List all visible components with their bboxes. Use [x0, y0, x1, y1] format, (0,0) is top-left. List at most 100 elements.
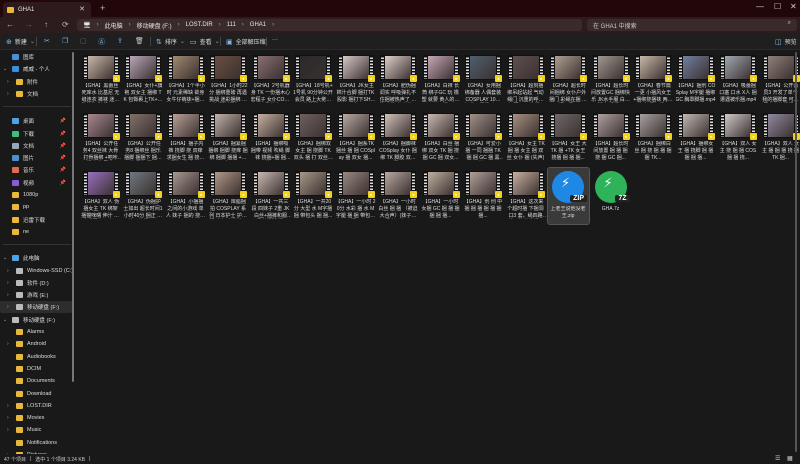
- cut-button[interactable]: ✂: [44, 37, 50, 45]
- maximize-button[interactable]: ☐: [774, 2, 781, 11]
- chevron-icon[interactable]: ›: [7, 341, 9, 347]
- video-file[interactable]: ● 【GHA】超长时间放置 捆 捆 捆 挠 捆 GC 捆...: [590, 110, 631, 166]
- video-file[interactable]: ● 【GHA】捆绑女王 捆 挠脚 捆 捆 捆 捆 捆...: [675, 110, 716, 166]
- chevron-icon[interactable]: ›: [7, 268, 9, 274]
- breadcrumb-item[interactable]: 111: [227, 22, 236, 28]
- video-file[interactable]: ● 【GHA】刑 刑 中 捆 捆 捆 捆 捆 捆 捆...: [463, 168, 504, 224]
- sort-button[interactable]: ⇅ 排序 ⌄: [156, 37, 185, 47]
- sidebar-item-folder[interactable]: Documents: [0, 375, 72, 387]
- sidebar-scrollbar[interactable]: [72, 52, 74, 382]
- video-file[interactable]: ● 【GHA】白丝 捆绑 双女 TK 捆 挠 捆 GC 捆 双女...: [420, 110, 461, 166]
- close-tab-icon[interactable]: ✕: [79, 5, 85, 13]
- breadcrumb-item[interactable]: LOST.DIR: [186, 22, 213, 28]
- chevron-icon[interactable]: ⌄: [3, 317, 7, 323]
- tab-gha1[interactable]: GHA1 ✕: [3, 2, 91, 17]
- sidebar-item-folder[interactable]: Notifications: [0, 437, 72, 449]
- video-file[interactable]: ●【GHA】双人 伪 捆女主 TK 绑架 捆猫咪曙 伸汁 JK 水手服女王 红.…: [80, 168, 121, 224]
- sidebar-item-drive[interactable]: › 移动硬盘 (F:): [0, 301, 72, 314]
- sidebar-item-quick-access[interactable]: 1080p: [0, 189, 72, 201]
- chevron-icon[interactable]: ⌄: [3, 66, 7, 72]
- details-view-icon[interactable]: ☰: [775, 455, 780, 462]
- video-file[interactable]: ● 【GHA】捆系TK 捆丝 捆 捆 COSplay 捆 双女 捆...: [335, 110, 376, 166]
- video-file[interactable]: ●【GHA】捆子内裤 挠脚 挠 双痒 求捆女生 捆 挠痒捆绑+挠疼+...: [165, 110, 206, 166]
- sidebar-item-quick-access[interactable]: 视频 📌: [0, 177, 72, 189]
- video-file[interactable]: ●【GHA】库脂捆 拍 COSPLAY 系列 日本护士 护士服 白色 白丝护..…: [208, 168, 249, 224]
- archive-file[interactable]: ⚡ ZIP 上老王说他没老王.zip: [546, 167, 590, 225]
- chevron-icon[interactable]: ›: [7, 292, 9, 298]
- chevron-icon[interactable]: ›: [7, 403, 9, 409]
- chevron-icon[interactable]: ›: [7, 91, 9, 97]
- video-file[interactable]: ●【GHA】春节篇一更 小捆风女王+捆绑挠捆袜 两位挠痒 捆切绳...: [633, 52, 674, 108]
- video-file[interactable]: ●【GHA】2号机器身 TK 一份捆木心宏程子 女仆COSplay 黑丝头...: [250, 52, 291, 108]
- video-file[interactable]: ● 【GHA】双人 女主 挠 捆 捆 COS 捆 捆 挠...: [718, 110, 759, 166]
- breadcrumb-item[interactable]: 此电脑: [105, 21, 123, 30]
- chevron-icon[interactable]: ›: [7, 304, 9, 310]
- sidebar-item-folder[interactable]: › Android: [0, 338, 72, 350]
- sidebar-item-quick-access[interactable]: 迅雷下载: [0, 214, 72, 226]
- rename-button[interactable]: Ⓐ: [98, 37, 105, 47]
- sidebar-item-quick-access[interactable]: 下载 📌: [0, 128, 72, 140]
- video-file[interactable]: ●【GHA】伪捆护士如出 超长时间1小时40分 捆正 肉体一被捆了...: [123, 168, 164, 224]
- video-file[interactable]: ●【GHA】18号机+1号机 90分钟公开会员 路上大佬吹棒挑战...: [293, 52, 334, 108]
- pin-icon[interactable]: 📌: [60, 167, 66, 173]
- sidebar-item-folder[interactable]: › 文档: [0, 88, 72, 100]
- breadcrumb-item[interactable]: 移动硬盘 (F:): [137, 21, 172, 30]
- video-file[interactable]: ●【GHA】一小时 20分 水彩 捆 水 M字腿 捆 捆 带包头 捆...: [335, 168, 376, 224]
- video-file[interactable]: ● 【GHA】吸蕾捆口塞 口水 X人 捆遭遇被乐捆.mp4: [718, 52, 759, 108]
- video-file[interactable]: ●【GHA】1小时22分 捆绑重磅 再遇挑战 迷彩捆绑 包头 脚射捆包...: [208, 52, 249, 108]
- video-file[interactable]: ●【GHA】1个半小时 元素稀缺 欲身 女牛仔裤袜+捆绑+TK+脚卑...: [165, 52, 206, 108]
- sidebar-item-folder[interactable]: Alarms: [0, 326, 72, 338]
- archive-file[interactable]: ⚡ 7Z GHA.7z: [590, 168, 631, 224]
- sidebar-item-folder[interactable]: DCIM: [0, 363, 72, 375]
- sidebar-item-quick-access[interactable]: pp: [0, 201, 72, 213]
- preview-button[interactable]: ◫ 预览: [775, 37, 797, 47]
- video-file[interactable]: ● 【GHA】捆绑白丝 捆 挠 捆 捆 捆 捆 TK...: [633, 110, 674, 166]
- delete-button[interactable]: 🗑: [135, 37, 144, 45]
- view-button[interactable]: ▭ 查看 ⌄: [190, 37, 220, 47]
- video-file[interactable]: ●【GHA】一小时 白丝 捆 捆 （被迫大合声）(妹子捆 捆 绑子打...: [378, 168, 419, 224]
- video-file[interactable]: ●【GHA】捆绑吸捆带 视频 吹绳 脚袜 挠捆+捆 捆 挠...: [250, 110, 291, 166]
- video-file[interactable]: ●【GHA】可爱小捆 一同 捆捆 TK 捆 捆 GC 捆 黑丝...: [463, 110, 504, 166]
- sidebar-item-drive[interactable]: › 游戏 (E:): [0, 289, 72, 301]
- video-file[interactable]: ●【GHA】女仆+旗袍 双女主 捆绑 TK 包臀裹上TK+腰打，正式大...: [123, 52, 164, 108]
- video-file[interactable]: ●【GHA】女用捆绑备器 人偶套装 COSPLAY 10本 打着下场景+订...: [463, 52, 504, 108]
- sidebar-item-drive[interactable]: › Windows-SSD (C:): [0, 265, 73, 277]
- sidebar-item-quick-access[interactable]: 图片 📌: [0, 152, 72, 164]
- video-file[interactable]: ●【GHA】公开任务8 捆绑丝 捆乐 捆脚 捆捆下 捆扎 挠捆挠 捆...: [123, 110, 164, 166]
- forward-button[interactable]: →: [25, 20, 33, 29]
- video-file[interactable]: ●【GHA】双人 女主 捆 捆 捆 挠 捆 TK 捆...: [760, 110, 800, 166]
- video-file[interactable]: ●【GHA】黑蕾丝 死库水 比基尼 无缝连衣 裤袜 迷彩 吹泡泡 随机SC...: [80, 52, 121, 108]
- sidebar-item-quick-access[interactable]: 文档 📌: [0, 140, 72, 152]
- refresh-button[interactable]: ⟳: [62, 20, 69, 29]
- video-file[interactable]: ●【GHA】超刻捆绑吊起站起 气动绳门 沉重的呼吸声 颈马 刀的捆...: [505, 52, 546, 108]
- video-file[interactable]: ● 【GHA】女主 TK 捆 捆 女主 捆 双丝 女仆 捆 (失声): [505, 110, 546, 166]
- up-button[interactable]: ↑: [44, 20, 48, 29]
- pin-icon[interactable]: 📌: [60, 118, 66, 124]
- pin-icon[interactable]: 📌: [60, 155, 66, 161]
- tiles-view-icon[interactable]: ▦: [787, 455, 793, 462]
- breadcrumb-item[interactable]: GHA1: [250, 22, 266, 28]
- pin-icon[interactable]: 📌: [60, 131, 66, 137]
- back-button[interactable]: ←: [6, 20, 14, 29]
- more-button[interactable]: ···: [272, 37, 278, 43]
- sidebar-item-quick-access[interactable]: ne: [0, 226, 72, 238]
- video-file[interactable]: ●【GHA】小捆捆之间的小游戏 单人 妹子 捆的 挠脚 下，switch，...: [165, 168, 206, 224]
- sidebar-item-quick-access[interactable]: 桌面 📌: [0, 115, 72, 127]
- sidebar-item-folder[interactable]: › Movies: [0, 412, 72, 424]
- video-file[interactable]: ●【GHA】一共三段 四妹子 2重 JK 白丝+捆裤和服+黑丝捆脚 捆...: [250, 168, 291, 224]
- sidebar-item-drive[interactable]: ⌄ 移动硬盘 (F:): [0, 314, 72, 326]
- video-file[interactable]: ●【GHA】肥伪捆调实 呼吸弹扎不住捆被热声了 呼汁 女狗 包头的...: [378, 52, 419, 108]
- sidebar-item-folder[interactable]: Audiobooks: [0, 351, 72, 363]
- new-tab-button[interactable]: +: [100, 3, 105, 13]
- close-window-button[interactable]: ✕: [790, 2, 797, 11]
- extract-all-button[interactable]: ▣ 全部解压缩: [226, 37, 266, 47]
- video-file[interactable]: ●【GHA】公开会员3 开发了单个 我的捆脚套 可爱里大大的绳捆...: [760, 52, 800, 108]
- minimize-button[interactable]: —: [756, 2, 764, 11]
- sidebar-item-quick-access[interactable]: 音乐 📌: [0, 164, 72, 176]
- video-file[interactable]: ●【GHA】白袜 长筒 绑子GC 玩 橡塑 就要 黄人的脚子GC 捆...: [420, 52, 461, 108]
- chevron-icon[interactable]: ⌄: [3, 255, 7, 261]
- video-file[interactable]: ●【GHA】超长时间放置GC 捆绑快乐 JK水手服 白丝脚底 反捆...: [590, 52, 631, 108]
- video-file[interactable]: ●【GHA】捆紧捆 捆绑 捆脚 挠痒 捆绑 捆脚 捆捆 +挠痒...: [208, 110, 249, 166]
- sidebar-item-onedrive[interactable]: ⌄ 威威 - 个人: [0, 63, 72, 75]
- video-file[interactable]: ●【GHA】超长时间捆绑 女仆户外 捆门 彩绳在捆 捆问 4组...: [548, 52, 589, 108]
